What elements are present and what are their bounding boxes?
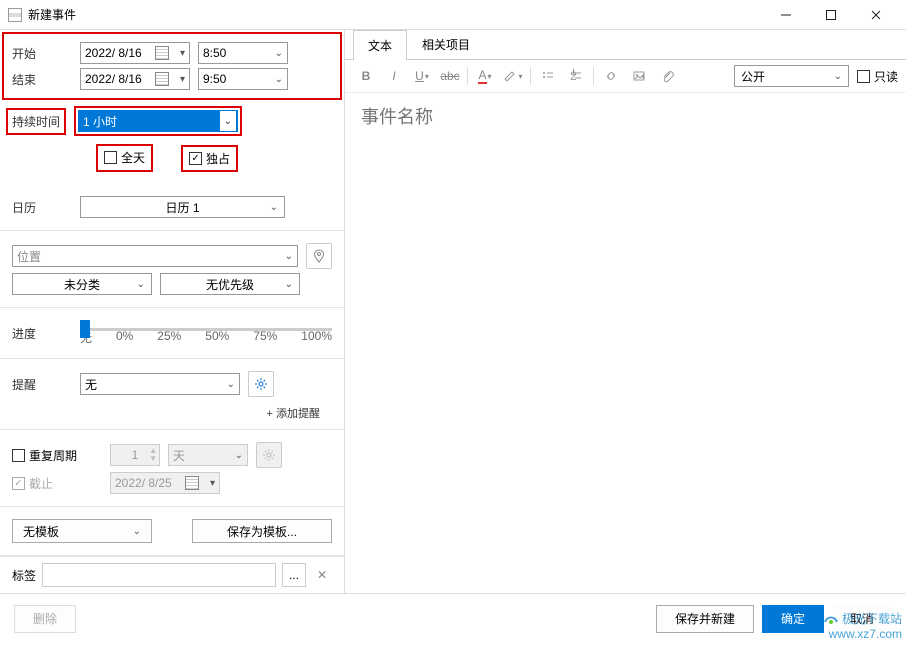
- save-template-button[interactable]: 保存为模板...: [192, 519, 332, 543]
- location-pin-button[interactable]: [306, 243, 332, 269]
- bullet-list-button[interactable]: [535, 64, 561, 88]
- duration-select[interactable]: 1 小时⌄: [78, 110, 238, 132]
- window-title: 新建事件: [28, 6, 763, 23]
- tag-close-button[interactable]: ✕: [312, 568, 332, 582]
- event-title-input[interactable]: [345, 93, 906, 142]
- calendar-icon: [155, 72, 169, 86]
- tab-related[interactable]: 相关项目: [407, 29, 485, 59]
- font-color-button[interactable]: A▾: [472, 64, 498, 88]
- progress-label: 进度: [12, 325, 72, 342]
- progress-slider[interactable]: 无 0% 25% 50% 75% 100%: [80, 320, 332, 346]
- repeat-settings-button: [256, 442, 282, 468]
- minimize-button[interactable]: [763, 0, 808, 30]
- titlebar: 新建事件: [0, 0, 906, 30]
- number-list-button[interactable]: 12: [563, 64, 589, 88]
- duration-label: 持续时间: [6, 108, 66, 135]
- image-button[interactable]: [626, 64, 652, 88]
- deadline-checkbox: 截止: [12, 475, 102, 492]
- maximize-button[interactable]: [808, 0, 853, 30]
- format-toolbar: B I U▾ abc A▾ ▾ 12: [345, 60, 906, 93]
- template-select[interactable]: 无模板⌄: [12, 519, 152, 543]
- left-panel: 开始 2022/ 8/16▾ 8:50⌄ 结束 2022/ 8/16▾ 9:50…: [0, 30, 345, 593]
- footer: 删除 保存并新建 确定 取消 极光下载站 www.xz7.com: [0, 593, 906, 643]
- repeat-unit-select: 天⌄: [168, 444, 248, 466]
- readonly-checkbox[interactable]: 只读: [857, 68, 898, 85]
- calendar-label: 日历: [12, 199, 72, 216]
- bold-button[interactable]: B: [353, 64, 379, 88]
- start-time-select[interactable]: 8:50⌄: [198, 42, 288, 64]
- calendar-select[interactable]: 日历 1⌄: [80, 196, 285, 218]
- link-button[interactable]: [598, 64, 624, 88]
- highlight-button[interactable]: ▾: [500, 64, 526, 88]
- start-label: 开始: [12, 45, 72, 62]
- tab-text[interactable]: 文本: [353, 30, 407, 60]
- end-time-select[interactable]: 9:50⌄: [198, 68, 288, 90]
- event-body-input[interactable]: [345, 142, 906, 593]
- priority-select[interactable]: 无优先级⌄: [160, 273, 300, 295]
- tabs: 文本 相关项目: [345, 30, 906, 60]
- location-input[interactable]: 位置⌄: [12, 245, 298, 267]
- tag-input[interactable]: [42, 563, 276, 587]
- calendar-icon: [155, 46, 169, 60]
- end-label: 结束: [12, 71, 72, 88]
- add-reminder-link[interactable]: + 添加提醒: [12, 401, 332, 421]
- ok-button[interactable]: 确定: [762, 605, 824, 633]
- start-date-input[interactable]: 2022/ 8/16▾: [80, 42, 190, 64]
- repeat-count-input: 1 ▲▼: [110, 444, 160, 466]
- app-icon: [8, 8, 22, 22]
- save-and-new-button[interactable]: 保存并新建: [656, 605, 754, 633]
- category-select[interactable]: 未分类⌄: [12, 273, 152, 295]
- reminder-label: 提醒: [12, 376, 72, 393]
- underline-button[interactable]: U▾: [409, 64, 435, 88]
- tag-label: 标签: [12, 567, 36, 584]
- svg-text:2: 2: [570, 69, 577, 83]
- visibility-select[interactable]: 公开⌄: [734, 65, 849, 87]
- strike-button[interactable]: abc: [437, 64, 463, 88]
- slider-ticks: 无 0% 25% 50% 75% 100%: [80, 329, 332, 346]
- reminder-select[interactable]: 无⌄: [80, 373, 240, 395]
- allday-checkbox[interactable]: 全天: [104, 149, 145, 166]
- attach-button[interactable]: [654, 64, 680, 88]
- calendar-icon: [185, 476, 199, 490]
- tag-more-button[interactable]: ...: [282, 563, 306, 587]
- right-panel: 文本 相关项目 B I U▾ abc A▾ ▾ 12: [345, 30, 906, 593]
- deadline-date-input: 2022/ 8/25▾: [110, 472, 220, 494]
- time-range-group: 开始 2022/ 8/16▾ 8:50⌄ 结束 2022/ 8/16▾ 9:50…: [2, 32, 342, 100]
- end-date-input[interactable]: 2022/ 8/16▾: [80, 68, 190, 90]
- italic-button[interactable]: I: [381, 64, 407, 88]
- reminder-settings-button[interactable]: [248, 371, 274, 397]
- repeat-checkbox[interactable]: 重复周期: [12, 447, 102, 464]
- cancel-button[interactable]: 取消: [832, 605, 892, 633]
- slider-thumb-icon[interactable]: [80, 320, 90, 338]
- delete-button[interactable]: 删除: [14, 605, 76, 633]
- close-button[interactable]: [853, 0, 898, 30]
- exclusive-checkbox[interactable]: 独占: [189, 150, 230, 167]
